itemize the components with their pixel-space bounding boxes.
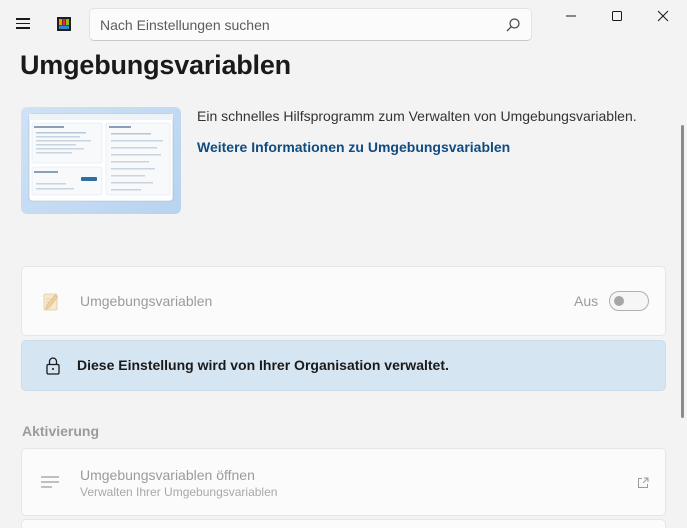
hamburger-menu-icon[interactable] xyxy=(14,15,36,35)
close-button[interactable] xyxy=(640,0,686,32)
list-icon xyxy=(41,476,59,488)
enable-toggle[interactable] xyxy=(609,291,649,311)
open-external-icon xyxy=(638,477,649,488)
title-bar xyxy=(0,0,687,48)
policy-info-bar: Diese Einstellung wird von Ihrer Organis… xyxy=(21,340,666,391)
open-card-subtitle: Verwalten Ihrer Umgebungsvariablen xyxy=(80,485,278,499)
minimize-button[interactable] xyxy=(548,0,594,32)
search-icon[interactable] xyxy=(505,17,521,33)
search-input[interactable] xyxy=(90,9,490,40)
section-title-activation: Aktivierung xyxy=(22,423,100,439)
toggle-knob xyxy=(614,296,624,306)
enable-card-label: Umgebungsvariablen xyxy=(80,293,213,309)
powertoys-logo-icon xyxy=(57,17,71,31)
search-box[interactable] xyxy=(89,8,532,41)
maximize-button[interactable] xyxy=(594,0,640,32)
close-icon xyxy=(657,10,669,22)
next-card xyxy=(21,519,666,528)
open-env-variables-card[interactable]: Umgebungsvariablen öffnen Verwalten Ihre… xyxy=(21,448,666,516)
hero-description: Ein schnelles Hilfsprogramm zum Verwalte… xyxy=(197,108,637,124)
env-variables-preview-image xyxy=(28,113,174,202)
learn-more-link[interactable]: Weitere Informationen zu Umgebungsvariab… xyxy=(197,139,510,155)
policy-message: Diese Einstellung wird von Ihrer Organis… xyxy=(77,357,449,373)
open-card-title: Umgebungsvariablen öffnen xyxy=(80,467,255,483)
scrollbar[interactable] xyxy=(681,125,684,418)
minimize-icon xyxy=(566,15,576,17)
hero-image xyxy=(21,107,181,214)
env-variables-icon xyxy=(43,293,58,311)
enable-card: Umgebungsvariablen Aus xyxy=(21,266,666,336)
toggle-state-label: Aus xyxy=(574,293,599,309)
maximize-icon xyxy=(612,11,622,21)
page-title: Umgebungsvariablen xyxy=(20,50,291,80)
lock-icon xyxy=(46,357,60,375)
